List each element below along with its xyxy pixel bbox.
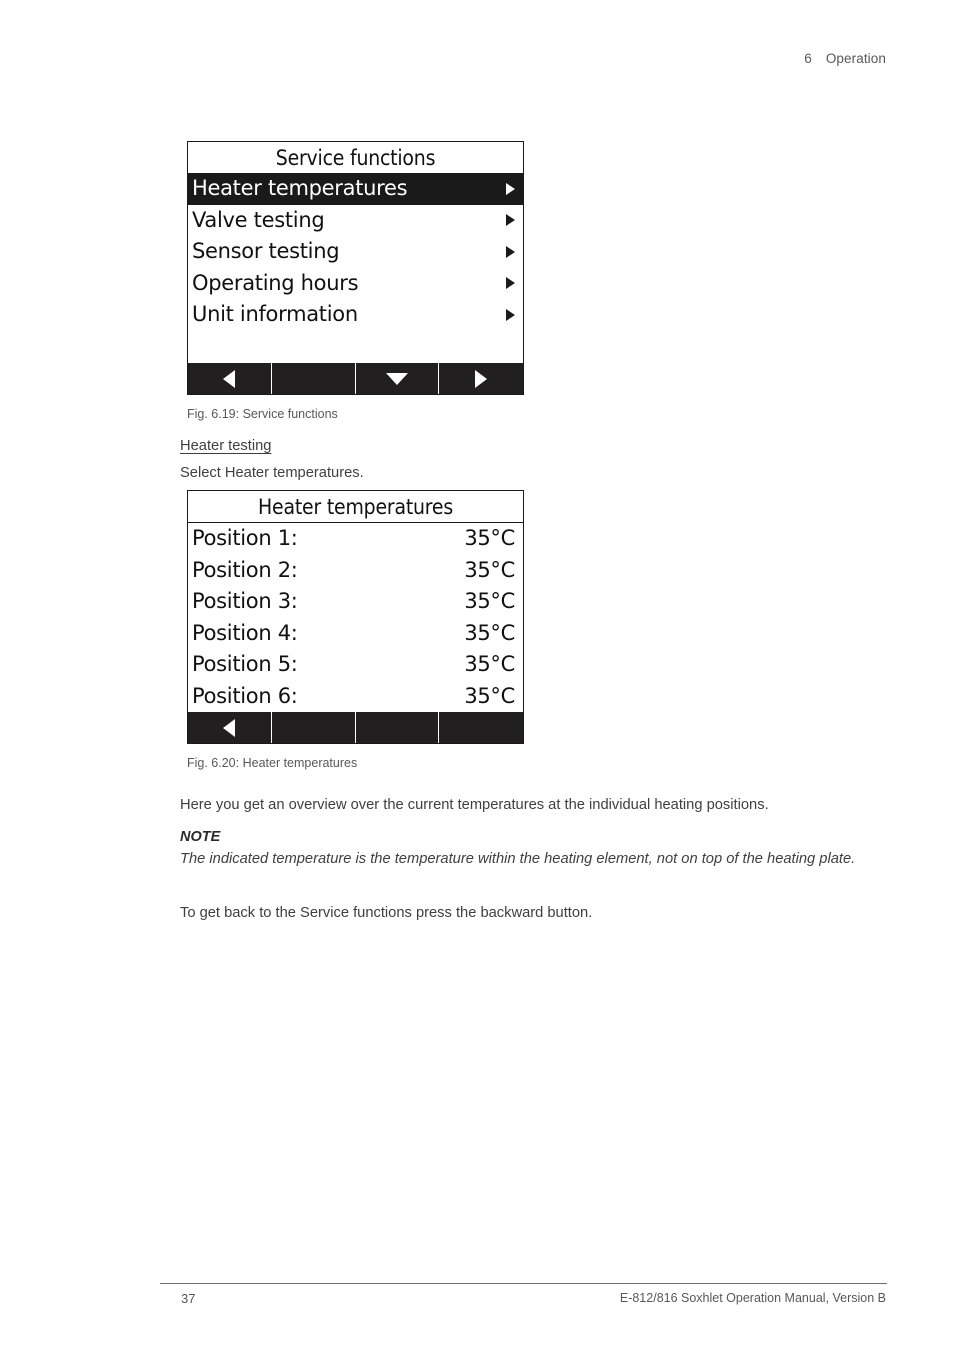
position-temperature-value: 35°C: [464, 620, 515, 645]
menu-item-operating-hours[interactable]: Operating hours: [188, 268, 523, 300]
menu-item-label: Heater temperatures: [192, 176, 408, 200]
menu-item-unit-information[interactable]: Unit information: [188, 299, 523, 331]
note-text: The indicated temperature is the tempera…: [180, 851, 856, 867]
menu-item-sensor-testing[interactable]: Sensor testing: [188, 236, 523, 268]
temperature-row-position-6: Position 6: 35°C: [188, 681, 523, 713]
note-label: NOTE: [180, 829, 221, 845]
position-label: Position 1:: [192, 526, 298, 550]
paragraph-overview: Here you get an overview over the curren…: [180, 797, 769, 813]
softkey-forward[interactable]: [439, 363, 523, 394]
running-head-chapter-number: 6: [804, 51, 812, 66]
temperature-row-position-4: Position 4: 35°C: [188, 618, 523, 650]
paragraph-select-instruction: Select Heater temperatures.: [180, 465, 364, 481]
position-label: Position 6:: [192, 683, 298, 708]
temperature-row-position-3: Position 3: 35°C: [188, 586, 523, 618]
lcd-menu-list-service-functions: Heater temperatures Valve testing Sensor…: [188, 173, 523, 363]
menu-item-valve-testing[interactable]: Valve testing: [188, 205, 523, 237]
lcd-screen-service-functions: Service functions Heater temperatures Va…: [187, 141, 524, 395]
position-temperature-value: 35°C: [464, 526, 515, 550]
position-label: Position 5:: [192, 652, 298, 676]
position-temperature-value: 35°C: [464, 589, 515, 613]
lcd-value-list-heater-temperatures: Position 1: 35°C Position 2: 35°C Positi…: [188, 523, 523, 712]
paragraph-back-instruction: To get back to the Service functions pre…: [180, 905, 593, 921]
lcd-softkey-bar-service-functions: [188, 363, 523, 394]
menu-item-label: Valve testing: [192, 207, 325, 232]
submenu-caret-right-icon: [506, 308, 515, 321]
running-head: 6 Operation: [804, 51, 886, 66]
softkey-empty-3[interactable]: [356, 712, 440, 743]
triangle-left-icon: [223, 369, 236, 388]
footer-divider: [160, 1283, 887, 1284]
temperature-row-position-5: Position 5: 35°C: [188, 649, 523, 681]
lcd-screen-heater-temperatures: Heater temperatures Position 1: 35°C Pos…: [187, 490, 524, 744]
footer-manual-reference: E-812/816 Soxhlet Operation Manual, Vers…: [619, 1291, 886, 1305]
triangle-down-icon: [385, 372, 408, 385]
note-body: The indicated temperature is the tempera…: [180, 848, 888, 871]
softkey-down[interactable]: [356, 363, 440, 394]
footer-page-number: 37: [181, 1291, 196, 1306]
submenu-caret-right-icon: [506, 214, 515, 227]
triangle-right-icon: [475, 369, 488, 388]
temperature-row-position-2: Position 2: 35°C: [188, 555, 523, 587]
lcd-title-heater-temperatures: Heater temperatures: [188, 491, 523, 523]
running-head-chapter-title: Operation: [825, 51, 886, 66]
menu-item-label: Unit information: [192, 302, 358, 326]
softkey-empty-4[interactable]: [439, 712, 523, 743]
subheading-label: Heater testing: [180, 438, 272, 454]
position-temperature-value: 35°C: [464, 683, 515, 708]
menu-item-heater-temperatures[interactable]: Heater temperatures: [188, 173, 523, 205]
note-heading: NOTE: [180, 826, 888, 849]
position-label: Position 4:: [192, 620, 298, 645]
softkey-empty-2[interactable]: [272, 363, 356, 394]
figure-caption-6-19: Fig. 6.19: Service functions: [187, 407, 338, 421]
temperature-row-position-1: Position 1: 35°C: [188, 523, 523, 555]
position-temperature-value: 35°C: [464, 652, 515, 676]
submenu-caret-right-icon: [506, 277, 515, 290]
triangle-left-icon: [223, 718, 236, 737]
menu-item-label: Sensor testing: [192, 239, 340, 263]
submenu-caret-right-icon: [506, 182, 515, 195]
lcd-softkey-bar-heater-temperatures: [188, 712, 523, 743]
submenu-caret-right-icon: [506, 245, 515, 258]
softkey-empty-2[interactable]: [272, 712, 356, 743]
position-label: Position 2:: [192, 557, 298, 582]
menu-item-label: Operating hours: [192, 270, 359, 295]
softkey-back[interactable]: [188, 712, 272, 743]
lcd-title-service-functions: Service functions: [275, 146, 436, 170]
position-temperature-value: 35°C: [464, 557, 515, 582]
figure-caption-6-20: Fig. 6.20: Heater temperatures: [187, 756, 358, 770]
section-subheading-heater-testing: Heater testing: [180, 435, 888, 458]
softkey-back[interactable]: [188, 363, 272, 394]
position-label: Position 3:: [192, 589, 298, 613]
